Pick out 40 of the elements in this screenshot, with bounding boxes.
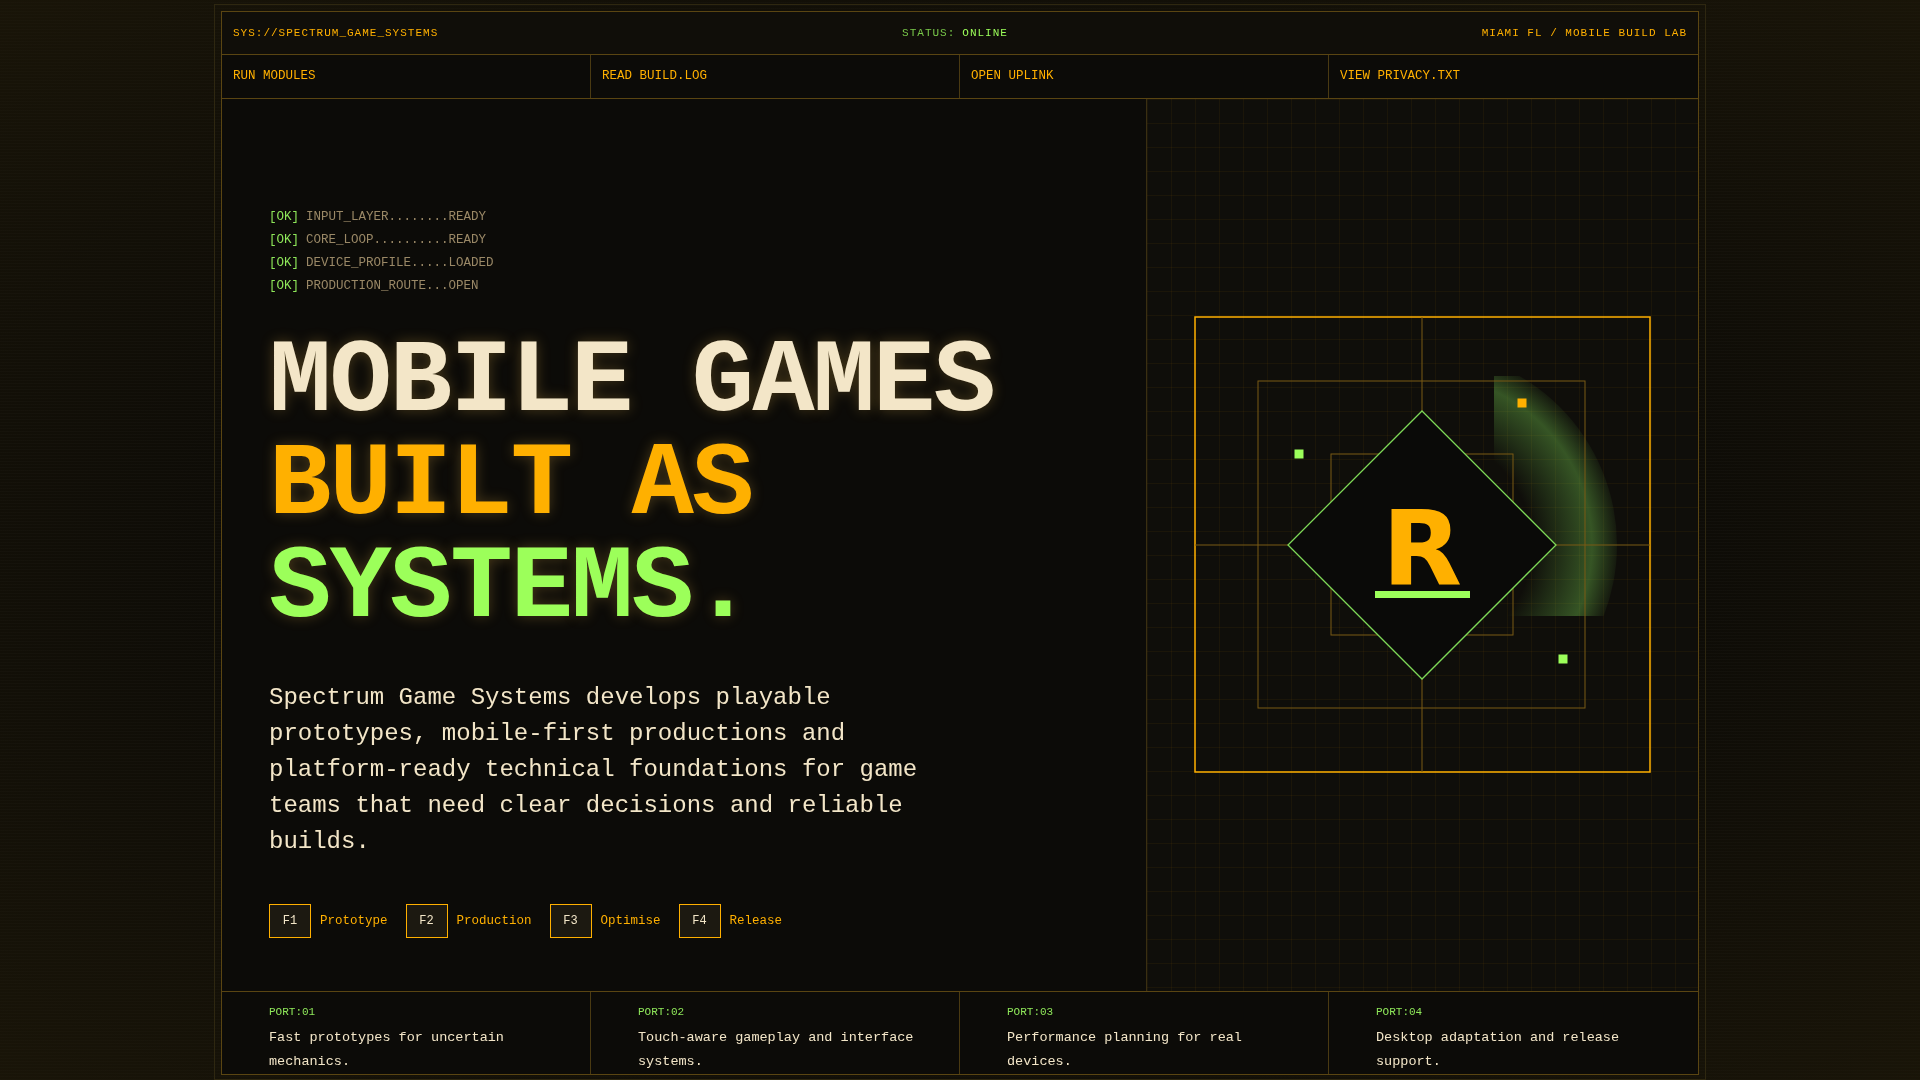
port-label: PORT:02 [638, 1006, 686, 1018]
key-cap: F2 [405, 903, 448, 938]
system-id: SYS://SPECTRUM_GAME_SYSTEMS [233, 26, 439, 39]
headline-line: SYSTEMS. [269, 536, 753, 640]
status-tag: [OK] [269, 278, 299, 293]
status-value: ONLINE [962, 26, 1008, 39]
key-cap: F1 [269, 903, 311, 938]
port-label: PORT:04 [1376, 1006, 1424, 1018]
nav-link[interactable]: VIEW PRIVACY.TXT [1329, 54, 1698, 98]
log-text: DEVICE_PROFILE.....LOADED [306, 255, 494, 270]
status-tag: [OK] [269, 209, 299, 224]
step-label: Production [456, 913, 532, 928]
step-label: Optimise [600, 913, 661, 928]
status-tag: [OK] [269, 232, 299, 247]
square-marker [1558, 654, 1568, 664]
key-cap: F4 [678, 903, 721, 938]
location-text: MIAMI FL / MOBILE BUILD LAB [1481, 26, 1687, 39]
logo-letter: R [1380, 511, 1464, 588]
square-marker [1294, 449, 1304, 459]
port-text: Fast prototypes for uncertain mechanics. [269, 1029, 505, 1071]
port-text: Touch-aware gameplay and interface systems. [638, 1029, 915, 1071]
log-text: INPUT_LAYER........READY [306, 209, 487, 224]
headline-line: MOBILE GAMES [269, 330, 994, 434]
step-label: Prototype [320, 913, 388, 928]
log-text: CORE_LOOP..........READY [306, 232, 487, 247]
port-label: PORT:01 [269, 1006, 317, 1018]
nav-link[interactable]: RUN MODULES [222, 54, 591, 98]
status-tag: [OK] [269, 255, 299, 270]
headline-line: BUILT AS [269, 433, 753, 537]
log-text: PRODUCTION_ROUTE...OPEN [306, 278, 479, 293]
nav-link[interactable]: OPEN UPLINK [960, 54, 1329, 98]
status-label: STATUS: [902, 26, 956, 39]
port-label: PORT:03 [1007, 1006, 1055, 1018]
square-marker [1517, 398, 1527, 408]
key-cap: F3 [549, 903, 592, 938]
port-text: Desktop adaptation and release support. [1376, 1029, 1621, 1071]
nav-link[interactable]: READ BUILD.LOG [591, 54, 960, 98]
description-text: Spectrum Game Systems develops playable prototypes, mobile-first productions and platform-ready technical foundations for game teams that need clear decisions and reliable builds. [269, 682, 919, 857]
step-label: Release [729, 913, 783, 928]
port-text: Performance planning for real devices. [1007, 1029, 1243, 1071]
